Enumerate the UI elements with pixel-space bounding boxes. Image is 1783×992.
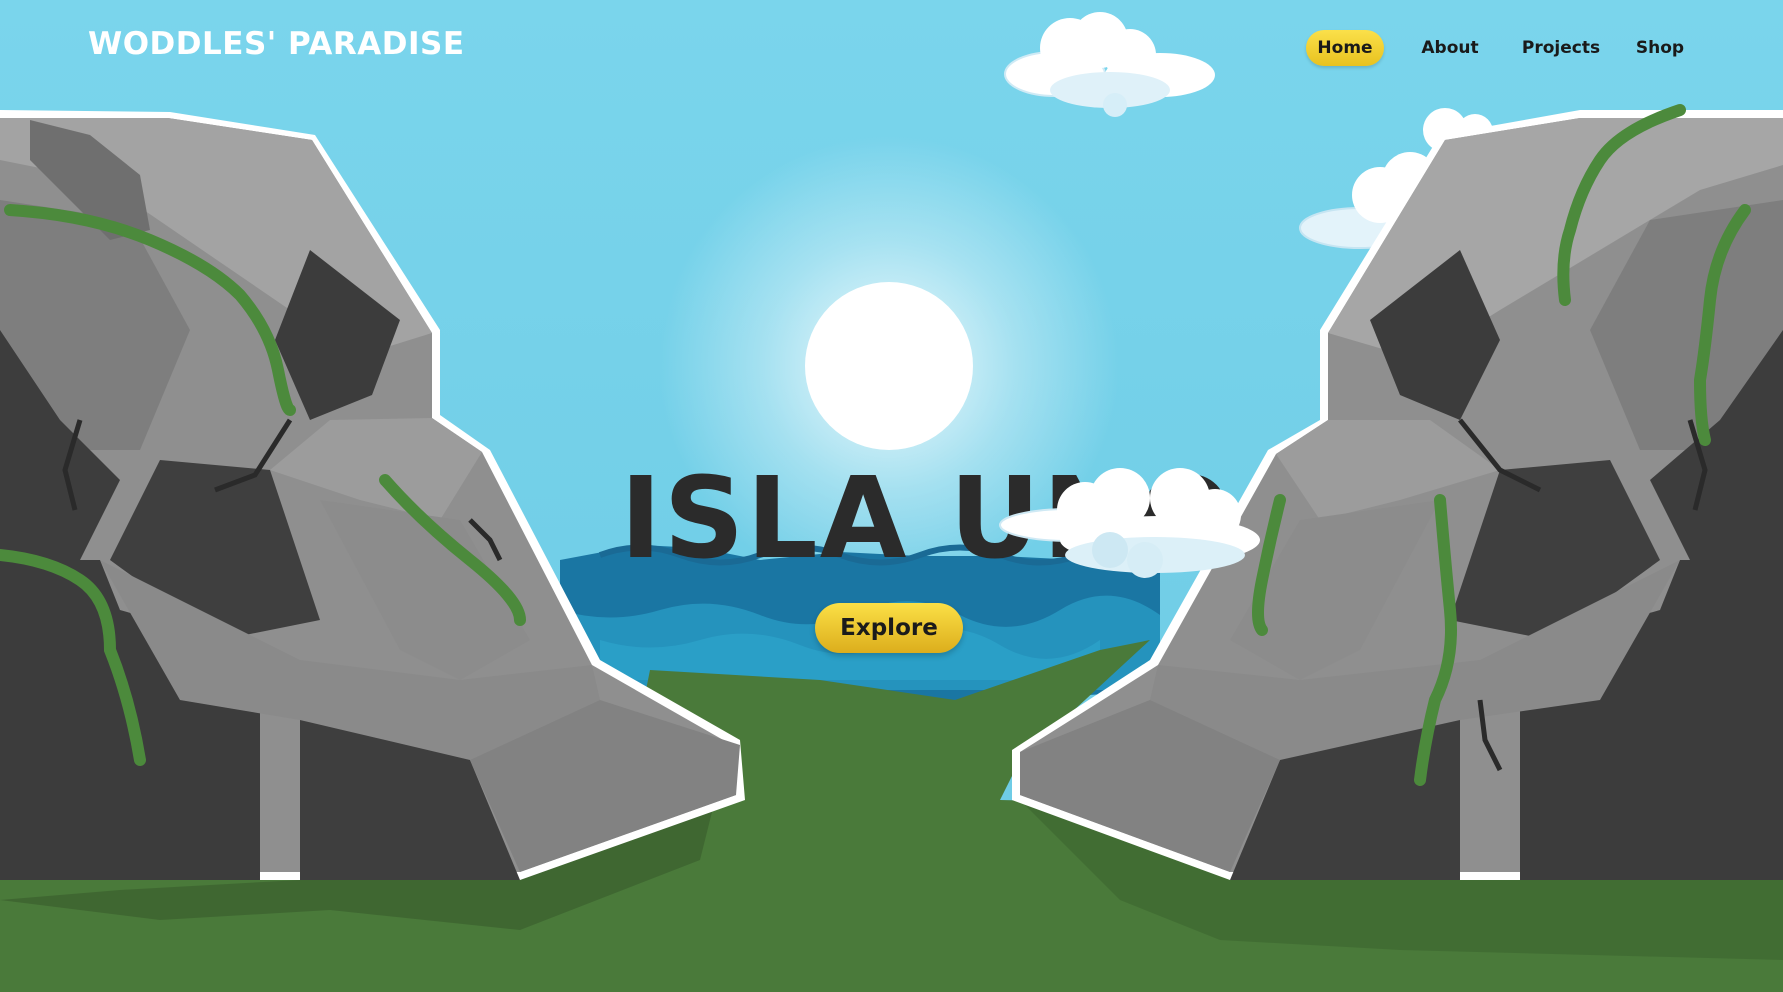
nav-item-about[interactable]: About xyxy=(1414,30,1486,66)
hero-stage: ISLA UNO WODDLES' PARADISE Home About Pr… xyxy=(0,0,1783,992)
nav-item-shop[interactable]: Shop xyxy=(1628,30,1692,66)
hero-title: ISLA UNO xyxy=(620,460,1220,578)
site-brand[interactable]: WODDLES' PARADISE xyxy=(88,26,465,62)
explore-button[interactable]: Explore xyxy=(815,603,963,653)
nav-item-home[interactable]: Home xyxy=(1306,30,1384,66)
sun-icon xyxy=(805,282,973,450)
nav-item-projects[interactable]: Projects xyxy=(1512,30,1610,66)
